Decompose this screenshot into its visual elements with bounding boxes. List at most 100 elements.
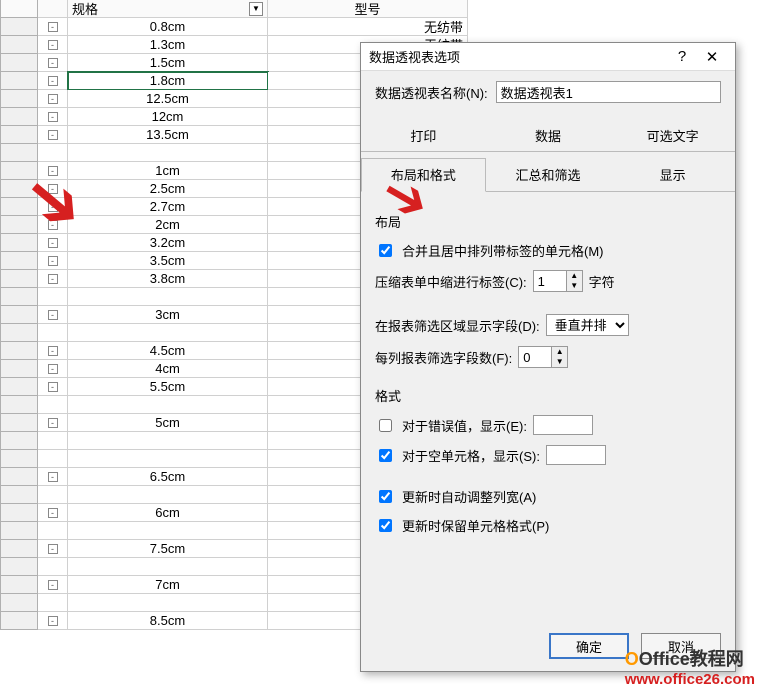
row-number[interactable] (0, 360, 38, 378)
tab-totals-filters[interactable]: 汇总和筛选 (486, 158, 611, 191)
collapse-toggle[interactable]: - (38, 540, 68, 558)
cell-spec[interactable]: 2.7cm (68, 198, 268, 216)
cell-type[interactable]: 无纺带 (268, 18, 468, 36)
cell-spec[interactable] (68, 486, 268, 504)
cell-spec[interactable]: 5cm (68, 414, 268, 432)
cell-spec[interactable]: 3cm (68, 306, 268, 324)
row-number[interactable] (0, 54, 38, 72)
collapse-toggle[interactable] (38, 288, 68, 306)
row-number[interactable] (0, 144, 38, 162)
spin-up-icon[interactable]: ▲ (566, 271, 582, 281)
cell-spec[interactable]: 3.8cm (68, 270, 268, 288)
error-value-checkbox[interactable] (379, 419, 392, 432)
row-number[interactable] (0, 540, 38, 558)
merge-center-checkbox[interactable] (379, 244, 392, 257)
row-number[interactable] (0, 558, 38, 576)
row-number[interactable] (0, 126, 38, 144)
cell-spec[interactable]: 4.5cm (68, 342, 268, 360)
tab-print[interactable]: 打印 (361, 119, 486, 151)
tab-layout-format[interactable]: 布局和格式 (361, 158, 486, 192)
collapse-toggle[interactable]: - (38, 612, 68, 630)
close-button[interactable]: ✕ (697, 45, 727, 69)
row-number[interactable] (0, 414, 38, 432)
cell-spec[interactable] (68, 396, 268, 414)
collapse-toggle[interactable]: - (38, 504, 68, 522)
row-number[interactable] (0, 108, 38, 126)
collapse-toggle[interactable]: - (38, 306, 68, 324)
row-number[interactable] (0, 378, 38, 396)
collapse-toggle[interactable] (38, 396, 68, 414)
cell-spec[interactable] (68, 288, 268, 306)
cell-spec[interactable]: 2cm (68, 216, 268, 234)
collapse-toggle[interactable]: - (38, 54, 68, 72)
fields-per-col-spinner[interactable]: ▲▼ (518, 346, 568, 368)
cell-spec[interactable]: 4cm (68, 360, 268, 378)
row-number[interactable] (0, 72, 38, 90)
collapse-toggle[interactable]: - (38, 252, 68, 270)
cell-spec[interactable] (68, 558, 268, 576)
cell-spec[interactable]: 1.8cm (68, 72, 268, 90)
tab-alt-text[interactable]: 可选文字 (610, 119, 735, 151)
row-number[interactable] (0, 432, 38, 450)
collapse-toggle[interactable] (38, 558, 68, 576)
row-number[interactable] (0, 594, 38, 612)
collapse-toggle[interactable] (38, 144, 68, 162)
indent-spinner[interactable]: ▲▼ (533, 270, 583, 292)
row-number[interactable] (0, 198, 38, 216)
cell-spec[interactable]: 12cm (68, 108, 268, 126)
cell-spec[interactable]: 8.5cm (68, 612, 268, 630)
collapse-toggle[interactable]: - (38, 468, 68, 486)
cell-spec[interactable]: 6.5cm (68, 468, 268, 486)
collapse-toggle[interactable]: - (38, 180, 68, 198)
row-number[interactable] (0, 576, 38, 594)
collapse-toggle[interactable]: - (38, 576, 68, 594)
row-number[interactable] (0, 468, 38, 486)
row-number[interactable] (0, 306, 38, 324)
indent-input[interactable] (534, 271, 566, 291)
cell-spec[interactable] (68, 324, 268, 342)
row-number[interactable] (0, 288, 38, 306)
cell-spec[interactable]: 13.5cm (68, 126, 268, 144)
collapse-toggle[interactable]: - (38, 360, 68, 378)
row-number[interactable] (0, 180, 38, 198)
tab-display[interactable]: 显示 (610, 158, 735, 191)
collapse-toggle[interactable]: - (38, 162, 68, 180)
help-button[interactable]: ? (667, 45, 697, 69)
collapse-toggle[interactable]: - (38, 270, 68, 288)
filter-button-spec[interactable]: ▼ (249, 2, 263, 16)
cell-spec[interactable] (68, 522, 268, 540)
collapse-toggle[interactable]: - (38, 90, 68, 108)
row-number[interactable] (0, 522, 38, 540)
fields-per-col-input[interactable] (519, 347, 551, 367)
pivot-name-input[interactable] (496, 81, 721, 103)
cell-spec[interactable]: 6cm (68, 504, 268, 522)
row-number[interactable] (0, 450, 38, 468)
collapse-toggle[interactable]: - (38, 342, 68, 360)
cell-spec[interactable]: 7.5cm (68, 540, 268, 558)
row-number[interactable] (0, 162, 38, 180)
collapse-toggle[interactable]: - (38, 198, 68, 216)
column-header-type[interactable]: 型号 (268, 0, 468, 18)
spin-down-icon[interactable]: ▼ (566, 281, 582, 291)
cell-spec[interactable]: 2.5cm (68, 180, 268, 198)
row-number[interactable] (0, 396, 38, 414)
collapse-toggle[interactable]: - (38, 378, 68, 396)
collapse-toggle[interactable]: - (38, 18, 68, 36)
collapse-toggle[interactable] (38, 450, 68, 468)
cell-spec[interactable]: 1.3cm (68, 36, 268, 54)
cell-spec[interactable]: 0.8cm (68, 18, 268, 36)
row-number[interactable] (0, 612, 38, 630)
column-header-spec[interactable]: 规格 ▼ (68, 0, 268, 18)
empty-cell-input[interactable] (546, 445, 606, 465)
tab-data[interactable]: 数据 (486, 119, 611, 151)
row-number[interactable] (0, 234, 38, 252)
row-number[interactable] (0, 216, 38, 234)
row-number[interactable] (0, 18, 38, 36)
collapse-toggle[interactable] (38, 594, 68, 612)
collapse-toggle[interactable]: - (38, 72, 68, 90)
cell-spec[interactable]: 5.5cm (68, 378, 268, 396)
ok-button[interactable]: 确定 (549, 633, 629, 659)
cell-spec[interactable]: 3.5cm (68, 252, 268, 270)
row-number[interactable] (0, 90, 38, 108)
row-number[interactable] (0, 342, 38, 360)
